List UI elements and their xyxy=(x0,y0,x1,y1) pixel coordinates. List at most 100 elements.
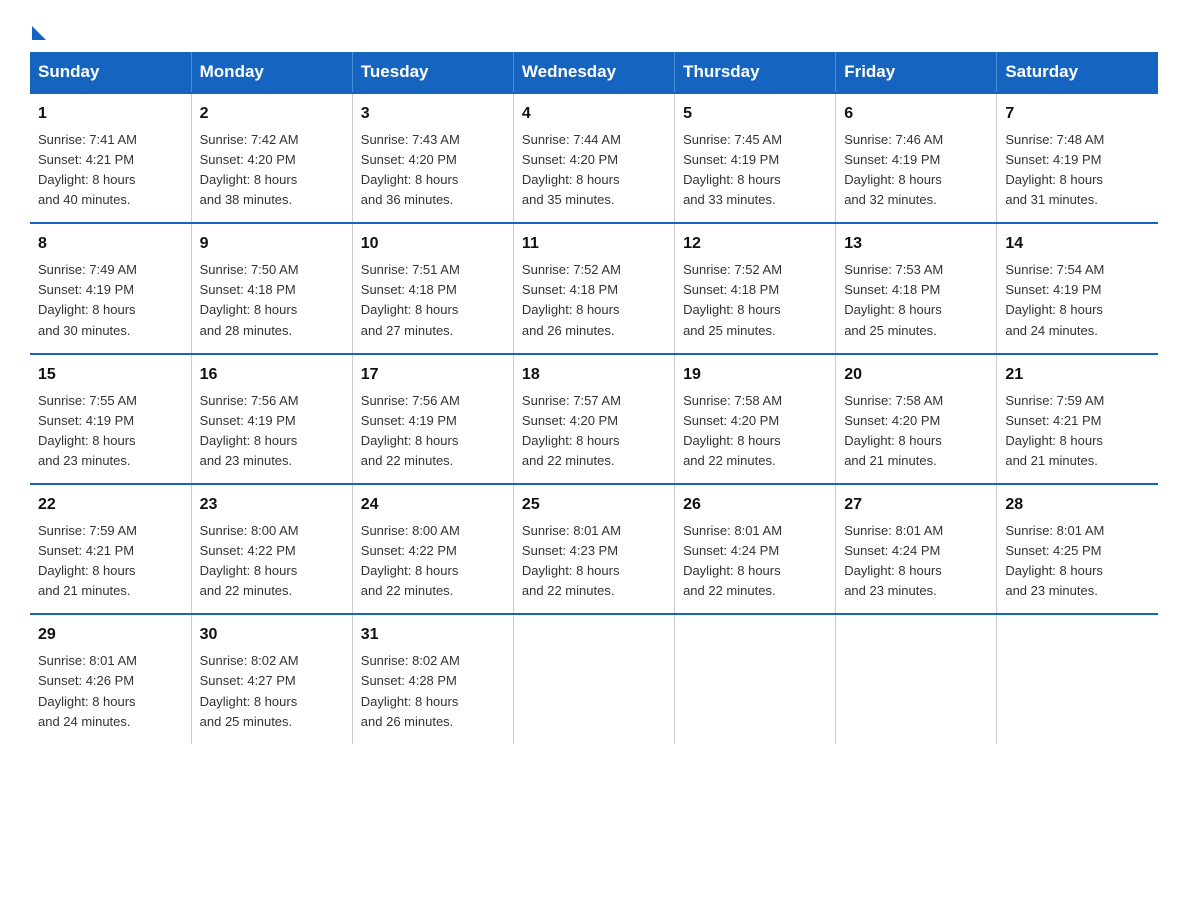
calendar-cell: 2 Sunrise: 7:42 AM Sunset: 4:20 PM Dayli… xyxy=(191,93,352,223)
calendar-cell: 29 Sunrise: 8:01 AM Sunset: 4:26 PM Dayl… xyxy=(30,614,191,743)
day-number: 24 xyxy=(361,493,505,518)
day-info: Sunrise: 7:54 AM Sunset: 4:19 PM Dayligh… xyxy=(1005,260,1150,341)
calendar-cell: 13 Sunrise: 7:53 AM Sunset: 4:18 PM Dayl… xyxy=(836,223,997,353)
calendar-cell: 9 Sunrise: 7:50 AM Sunset: 4:18 PM Dayli… xyxy=(191,223,352,353)
calendar-cell: 31 Sunrise: 8:02 AM Sunset: 4:28 PM Dayl… xyxy=(352,614,513,743)
day-info: Sunrise: 7:44 AM Sunset: 4:20 PM Dayligh… xyxy=(522,130,666,211)
day-number: 27 xyxy=(844,493,988,518)
day-info: Sunrise: 8:02 AM Sunset: 4:27 PM Dayligh… xyxy=(200,651,344,732)
day-info: Sunrise: 7:49 AM Sunset: 4:19 PM Dayligh… xyxy=(38,260,183,341)
calendar-cell: 20 Sunrise: 7:58 AM Sunset: 4:20 PM Dayl… xyxy=(836,354,997,484)
day-info: Sunrise: 7:42 AM Sunset: 4:20 PM Dayligh… xyxy=(200,130,344,211)
day-info: Sunrise: 7:58 AM Sunset: 4:20 PM Dayligh… xyxy=(844,391,988,472)
day-info: Sunrise: 7:59 AM Sunset: 4:21 PM Dayligh… xyxy=(1005,391,1150,472)
day-info: Sunrise: 7:51 AM Sunset: 4:18 PM Dayligh… xyxy=(361,260,505,341)
calendar-cell: 19 Sunrise: 7:58 AM Sunset: 4:20 PM Dayl… xyxy=(675,354,836,484)
calendar-cell: 11 Sunrise: 7:52 AM Sunset: 4:18 PM Dayl… xyxy=(513,223,674,353)
day-info: Sunrise: 8:01 AM Sunset: 4:23 PM Dayligh… xyxy=(522,521,666,602)
day-number: 19 xyxy=(683,363,827,388)
calendar-cell: 23 Sunrise: 8:00 AM Sunset: 4:22 PM Dayl… xyxy=(191,484,352,614)
day-number: 15 xyxy=(38,363,183,388)
day-info: Sunrise: 7:56 AM Sunset: 4:19 PM Dayligh… xyxy=(200,391,344,472)
calendar-table: SundayMondayTuesdayWednesdayThursdayFrid… xyxy=(30,52,1158,744)
calendar-cell: 28 Sunrise: 8:01 AM Sunset: 4:25 PM Dayl… xyxy=(997,484,1158,614)
calendar-header-row: SundayMondayTuesdayWednesdayThursdayFrid… xyxy=(30,52,1158,93)
calendar-cell: 6 Sunrise: 7:46 AM Sunset: 4:19 PM Dayli… xyxy=(836,93,997,223)
header-monday: Monday xyxy=(191,52,352,93)
day-info: Sunrise: 8:01 AM Sunset: 4:25 PM Dayligh… xyxy=(1005,521,1150,602)
day-number: 25 xyxy=(522,493,666,518)
week-row-3: 15 Sunrise: 7:55 AM Sunset: 4:19 PM Dayl… xyxy=(30,354,1158,484)
calendar-cell: 30 Sunrise: 8:02 AM Sunset: 4:27 PM Dayl… xyxy=(191,614,352,743)
calendar-cell xyxy=(997,614,1158,743)
calendar-cell: 5 Sunrise: 7:45 AM Sunset: 4:19 PM Dayli… xyxy=(675,93,836,223)
day-number: 3 xyxy=(361,102,505,127)
day-info: Sunrise: 7:50 AM Sunset: 4:18 PM Dayligh… xyxy=(200,260,344,341)
day-info: Sunrise: 8:01 AM Sunset: 4:24 PM Dayligh… xyxy=(844,521,988,602)
week-row-4: 22 Sunrise: 7:59 AM Sunset: 4:21 PM Dayl… xyxy=(30,484,1158,614)
day-info: Sunrise: 8:02 AM Sunset: 4:28 PM Dayligh… xyxy=(361,651,505,732)
day-number: 30 xyxy=(200,623,344,648)
day-number: 23 xyxy=(200,493,344,518)
calendar-cell: 12 Sunrise: 7:52 AM Sunset: 4:18 PM Dayl… xyxy=(675,223,836,353)
day-info: Sunrise: 7:48 AM Sunset: 4:19 PM Dayligh… xyxy=(1005,130,1150,211)
day-info: Sunrise: 7:59 AM Sunset: 4:21 PM Dayligh… xyxy=(38,521,183,602)
calendar-cell: 21 Sunrise: 7:59 AM Sunset: 4:21 PM Dayl… xyxy=(997,354,1158,484)
calendar-cell: 25 Sunrise: 8:01 AM Sunset: 4:23 PM Dayl… xyxy=(513,484,674,614)
day-number: 10 xyxy=(361,232,505,257)
header-friday: Friday xyxy=(836,52,997,93)
day-number: 28 xyxy=(1005,493,1150,518)
day-number: 13 xyxy=(844,232,988,257)
day-number: 7 xyxy=(1005,102,1150,127)
day-number: 31 xyxy=(361,623,505,648)
calendar-cell: 26 Sunrise: 8:01 AM Sunset: 4:24 PM Dayl… xyxy=(675,484,836,614)
day-number: 14 xyxy=(1005,232,1150,257)
day-info: Sunrise: 7:41 AM Sunset: 4:21 PM Dayligh… xyxy=(38,130,183,211)
day-info: Sunrise: 7:45 AM Sunset: 4:19 PM Dayligh… xyxy=(683,130,827,211)
day-info: Sunrise: 8:01 AM Sunset: 4:26 PM Dayligh… xyxy=(38,651,183,732)
header-thursday: Thursday xyxy=(675,52,836,93)
page-header xyxy=(30,20,1158,36)
calendar-cell: 1 Sunrise: 7:41 AM Sunset: 4:21 PM Dayli… xyxy=(30,93,191,223)
calendar-cell xyxy=(513,614,674,743)
calendar-cell: 22 Sunrise: 7:59 AM Sunset: 4:21 PM Dayl… xyxy=(30,484,191,614)
day-number: 20 xyxy=(844,363,988,388)
day-info: Sunrise: 7:52 AM Sunset: 4:18 PM Dayligh… xyxy=(522,260,666,341)
calendar-cell: 8 Sunrise: 7:49 AM Sunset: 4:19 PM Dayli… xyxy=(30,223,191,353)
header-saturday: Saturday xyxy=(997,52,1158,93)
calendar-cell: 3 Sunrise: 7:43 AM Sunset: 4:20 PM Dayli… xyxy=(352,93,513,223)
day-info: Sunrise: 7:58 AM Sunset: 4:20 PM Dayligh… xyxy=(683,391,827,472)
calendar-cell: 7 Sunrise: 7:48 AM Sunset: 4:19 PM Dayli… xyxy=(997,93,1158,223)
day-info: Sunrise: 7:53 AM Sunset: 4:18 PM Dayligh… xyxy=(844,260,988,341)
day-number: 18 xyxy=(522,363,666,388)
day-number: 5 xyxy=(683,102,827,127)
day-info: Sunrise: 7:46 AM Sunset: 4:19 PM Dayligh… xyxy=(844,130,988,211)
day-number: 21 xyxy=(1005,363,1150,388)
day-number: 11 xyxy=(522,232,666,257)
week-row-2: 8 Sunrise: 7:49 AM Sunset: 4:19 PM Dayli… xyxy=(30,223,1158,353)
logo xyxy=(30,20,46,36)
day-number: 1 xyxy=(38,102,183,127)
day-info: Sunrise: 8:00 AM Sunset: 4:22 PM Dayligh… xyxy=(200,521,344,602)
calendar-cell xyxy=(836,614,997,743)
calendar-cell: 24 Sunrise: 8:00 AM Sunset: 4:22 PM Dayl… xyxy=(352,484,513,614)
week-row-5: 29 Sunrise: 8:01 AM Sunset: 4:26 PM Dayl… xyxy=(30,614,1158,743)
day-number: 9 xyxy=(200,232,344,257)
week-row-1: 1 Sunrise: 7:41 AM Sunset: 4:21 PM Dayli… xyxy=(30,93,1158,223)
day-number: 29 xyxy=(38,623,183,648)
day-info: Sunrise: 8:00 AM Sunset: 4:22 PM Dayligh… xyxy=(361,521,505,602)
calendar-cell: 14 Sunrise: 7:54 AM Sunset: 4:19 PM Dayl… xyxy=(997,223,1158,353)
day-info: Sunrise: 8:01 AM Sunset: 4:24 PM Dayligh… xyxy=(683,521,827,602)
day-number: 12 xyxy=(683,232,827,257)
day-number: 17 xyxy=(361,363,505,388)
day-info: Sunrise: 7:56 AM Sunset: 4:19 PM Dayligh… xyxy=(361,391,505,472)
day-info: Sunrise: 7:43 AM Sunset: 4:20 PM Dayligh… xyxy=(361,130,505,211)
day-number: 26 xyxy=(683,493,827,518)
calendar-cell: 15 Sunrise: 7:55 AM Sunset: 4:19 PM Dayl… xyxy=(30,354,191,484)
day-number: 4 xyxy=(522,102,666,127)
calendar-cell: 27 Sunrise: 8:01 AM Sunset: 4:24 PM Dayl… xyxy=(836,484,997,614)
calendar-cell xyxy=(675,614,836,743)
day-info: Sunrise: 7:55 AM Sunset: 4:19 PM Dayligh… xyxy=(38,391,183,472)
header-tuesday: Tuesday xyxy=(352,52,513,93)
day-info: Sunrise: 7:57 AM Sunset: 4:20 PM Dayligh… xyxy=(522,391,666,472)
